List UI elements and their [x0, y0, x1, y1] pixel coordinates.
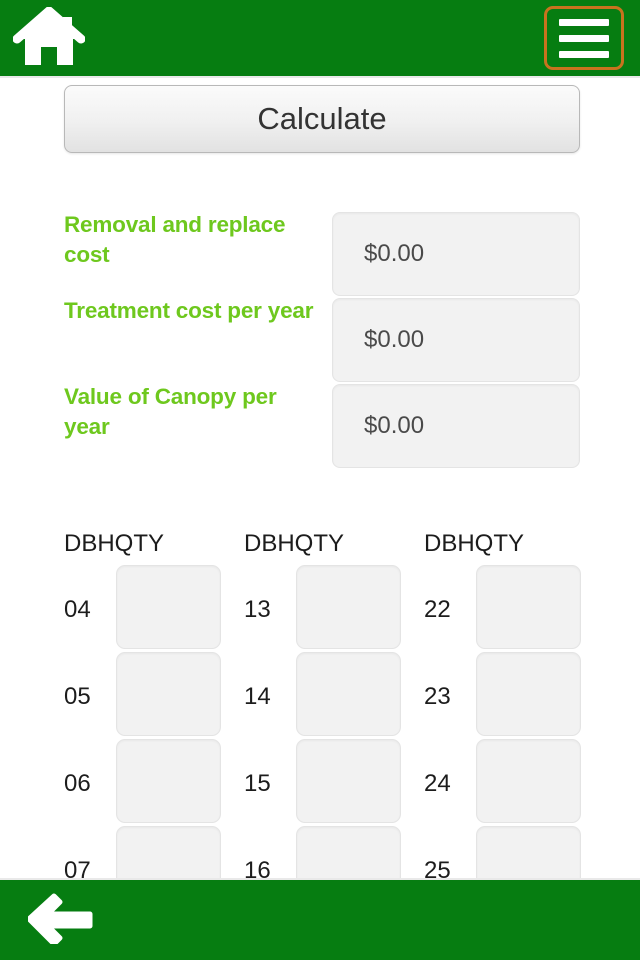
result-row-treatment-cost-per-year: Treatment cost per year $0.00: [0, 296, 640, 382]
qty-input[interactable]: [116, 652, 221, 736]
dbh-value: 25: [424, 857, 451, 878]
column-header-dbh: DBH: [244, 530, 295, 557]
hamburger-menu-icon-bar-2: [559, 34, 609, 42]
column-header-qty: QTY: [294, 530, 345, 557]
back-button[interactable]: [26, 893, 96, 947]
qty-input[interactable]: [296, 826, 401, 878]
dbh-column-1-header: DBHQTY: [64, 530, 164, 562]
column-header-qty: QTY: [114, 530, 165, 557]
qty-input[interactable]: [296, 652, 401, 736]
app-header: [0, 0, 640, 78]
dbh-value: 05: [64, 683, 91, 710]
dbh-value: 15: [244, 770, 271, 797]
dbh-value: 16: [244, 857, 271, 878]
dbh-column-2: DBHQTY 13 14 15 16: [244, 530, 401, 878]
result-field-value-of-canopy-per-year[interactable]: $0.00: [332, 384, 580, 468]
table-row: 23: [424, 649, 581, 736]
table-row: 22: [424, 562, 581, 649]
dbh-column-2-header: DBHQTY: [244, 530, 344, 562]
menu-button[interactable]: [544, 6, 624, 70]
dbh-value: 23: [424, 683, 451, 710]
dbh-value: 04: [64, 596, 91, 623]
table-row: 15: [244, 736, 401, 823]
result-field-removal-replace-cost[interactable]: $0.00: [332, 212, 580, 296]
column-header-dbh: DBH: [64, 530, 115, 557]
home-button[interactable]: [10, 5, 88, 71]
result-row-value-of-canopy-per-year: Value of Canopy per year $0.00: [0, 382, 640, 468]
result-field-treatment-cost-per-year[interactable]: $0.00: [332, 298, 580, 382]
app-footer: [0, 878, 640, 960]
dbh-value: 24: [424, 770, 451, 797]
dbh-value: 13: [244, 596, 271, 623]
calculate-button[interactable]: Calculate: [64, 85, 580, 153]
table-row: 07: [64, 823, 221, 878]
dbh-column-1: DBHQTY 04 05 06 07: [64, 530, 221, 878]
result-row-removal-replace-cost: Removal and replace cost $0.00: [0, 210, 640, 296]
dbh-value: 22: [424, 596, 451, 623]
results-section: Removal and replace cost $0.00 Treatment…: [0, 210, 640, 468]
hamburger-menu-icon: [559, 18, 609, 26]
qty-input[interactable]: [116, 739, 221, 823]
qty-input[interactable]: [296, 739, 401, 823]
dbh-column-3: DBHQTY 22 23 24 25: [424, 530, 581, 878]
result-label-value-of-canopy-per-year: Value of Canopy per year: [64, 384, 277, 439]
table-row: 14: [244, 649, 401, 736]
dbh-value: 07: [64, 857, 91, 878]
hamburger-menu-icon-bar-3: [559, 50, 609, 58]
qty-input[interactable]: [476, 565, 581, 649]
table-row: 13: [244, 562, 401, 649]
home-icon: [13, 7, 85, 69]
result-label-treatment-cost-per-year: Treatment cost per year: [64, 298, 314, 323]
dbh-column-3-header: DBHQTY: [424, 530, 524, 562]
back-arrow-icon: [27, 892, 94, 949]
result-label-removal-replace-cost: Removal and replace cost: [64, 212, 286, 267]
qty-input[interactable]: [116, 826, 221, 878]
table-row: 16: [244, 823, 401, 878]
qty-input[interactable]: [476, 652, 581, 736]
qty-input[interactable]: [296, 565, 401, 649]
qty-input[interactable]: [476, 826, 581, 878]
dbh-value: 06: [64, 770, 91, 797]
table-row: 24: [424, 736, 581, 823]
qty-input[interactable]: [476, 739, 581, 823]
content-scroll-area[interactable]: Calculate Removal and replace cost $0.00…: [0, 80, 640, 878]
table-row: 05: [64, 649, 221, 736]
table-row: 04: [64, 562, 221, 649]
table-row: 06: [64, 736, 221, 823]
qty-input[interactable]: [116, 565, 221, 649]
column-header-dbh: DBH: [424, 530, 475, 557]
dbh-value: 14: [244, 683, 271, 710]
column-header-qty: QTY: [474, 530, 525, 557]
table-row: 25: [424, 823, 581, 878]
